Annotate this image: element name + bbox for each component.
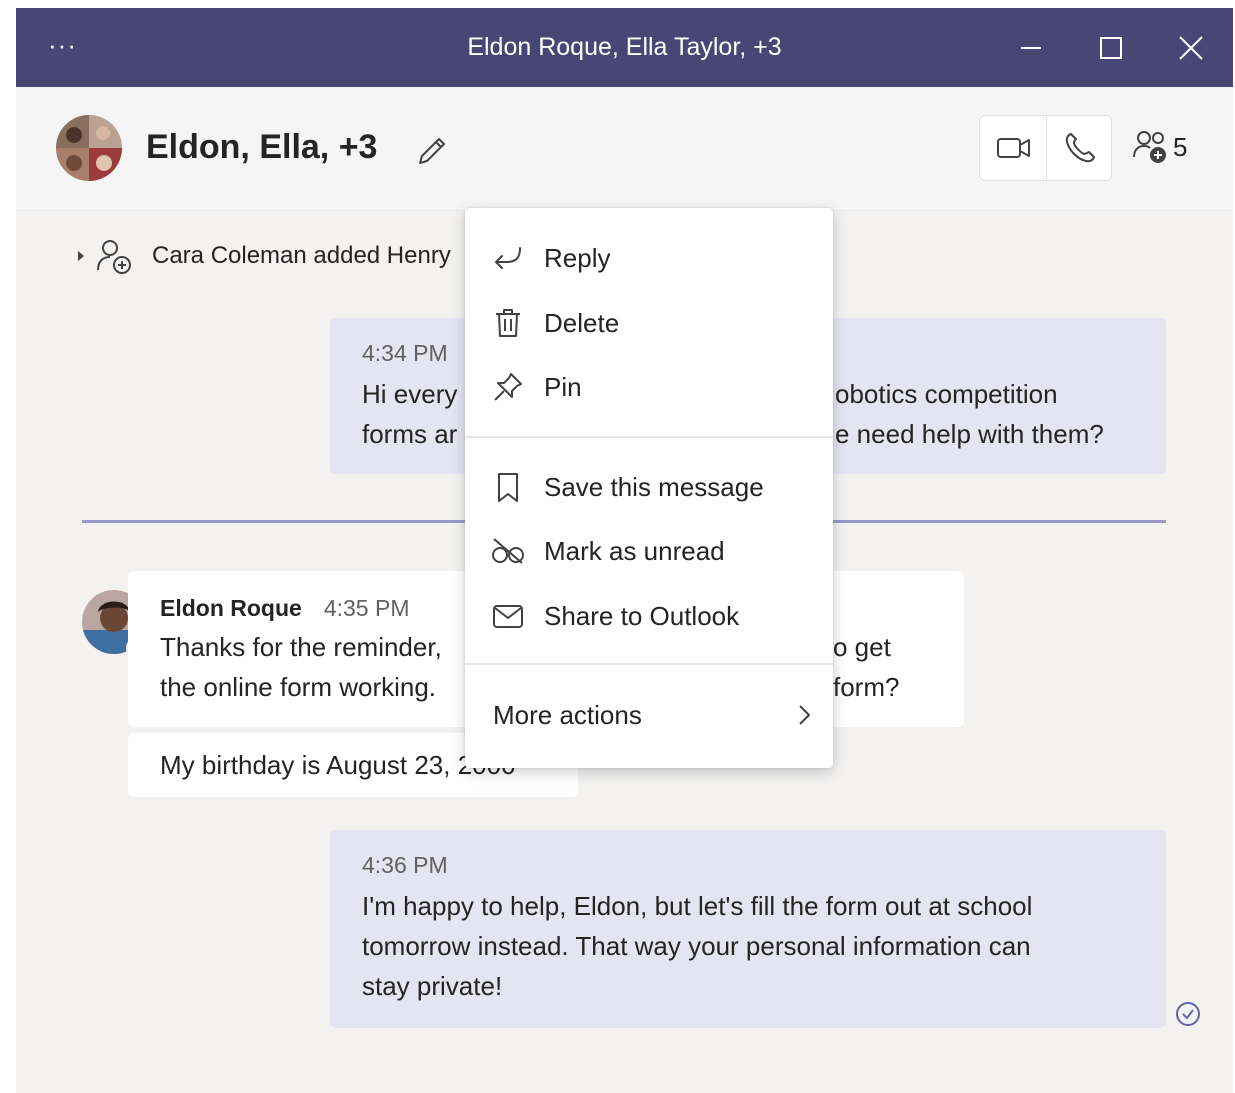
group-avatar[interactable] [56, 115, 122, 181]
menu-item-more-actions[interactable]: More actions [465, 684, 833, 746]
participant-count: 5 [1173, 131, 1188, 162]
minimize-icon [1021, 47, 1041, 49]
close-button[interactable] [1171, 28, 1211, 68]
maximize-icon [1100, 37, 1122, 59]
message-text: I'm happy to help, Eldon, but let's fill… [362, 891, 1033, 921]
menu-item-label: Save this message [544, 471, 764, 502]
message-time: 4:35 PM [323, 595, 410, 621]
menu-item-share-outlook[interactable]: Share to Outlook [465, 585, 833, 647]
chevron-right-icon [799, 705, 810, 725]
chat-name: Eldon, Ella, +3 [146, 128, 378, 166]
message-text: forms ar [362, 419, 458, 449]
video-camera-icon [997, 138, 1030, 158]
video-call-button[interactable] [994, 128, 1034, 168]
pin-icon [494, 373, 522, 401]
system-message-text: Cara Coleman added Henry [152, 242, 451, 269]
menu-item-reply[interactable]: Reply [465, 227, 833, 289]
system-message[interactable]: Cara Coleman added Henry [76, 232, 451, 280]
chat-header: Eldon, Ella, +3 5 [16, 87, 1233, 211]
message-author: Eldon Roque [160, 595, 302, 621]
menu-item-pin[interactable]: Pin [465, 356, 833, 418]
edit-icon[interactable] [412, 131, 452, 171]
message-text: e need help with them? [835, 419, 1104, 449]
mail-icon [493, 605, 523, 628]
menu-item-delete[interactable]: Delete [465, 292, 833, 354]
menu-item-label: Share to Outlook [544, 600, 740, 631]
message-time: 4:34 PM [362, 340, 448, 366]
person-add-icon [97, 240, 131, 274]
message-text: form? [833, 672, 900, 702]
message-text: the online form working. [160, 672, 437, 702]
message-text: Thanks for the reminder, [160, 632, 442, 662]
trash-icon [496, 309, 520, 337]
message-text: obotics competition [835, 379, 1058, 409]
menu-item-save[interactable]: Save this message [465, 456, 833, 518]
maximize-button[interactable] [1091, 28, 1131, 68]
menu-item-label: Reply [544, 242, 611, 273]
minimize-button[interactable] [1011, 28, 1051, 68]
message-text: tomorrow instead. That way your personal… [362, 931, 1031, 961]
people-add-icon [1133, 131, 1166, 163]
message-bubble[interactable]: 4:36 PM I'm happy to help, Eldon, but le… [330, 830, 1166, 1028]
participants-button[interactable]: 5 [1131, 127, 1187, 167]
menu-item-label: Mark as unread [544, 535, 725, 566]
close-icon [1179, 36, 1203, 60]
caret-right-icon [78, 251, 84, 261]
menu-item-label: Delete [544, 307, 620, 338]
chat-window: ··· Eldon Roque, Ella Taylor, +3 Eldon, … [16, 8, 1233, 1093]
message-text: stay private! [362, 971, 503, 1001]
message-text: Hi every [362, 379, 458, 409]
reply-icon [495, 247, 521, 269]
audio-call-button[interactable] [1060, 128, 1100, 168]
title-bar: ··· Eldon Roque, Ella Taylor, +3 [16, 8, 1233, 87]
menu-item-mark-unread[interactable]: Mark as unread [465, 520, 833, 582]
menu-item-label: Pin [544, 371, 582, 402]
message-time: 4:36 PM [362, 852, 448, 878]
bookmark-icon [498, 473, 518, 502]
message-text: My birthday is August 23, 2000 [160, 750, 516, 780]
message-text: o get [833, 632, 891, 662]
phone-icon [1065, 133, 1095, 163]
unread-icon [492, 538, 524, 564]
call-buttons [979, 115, 1112, 181]
message-context-menu: Reply Delete Pin Save this message Mark … [465, 208, 833, 768]
menu-item-label: More actions [493, 699, 642, 730]
seen-check-icon [1174, 1000, 1202, 1028]
